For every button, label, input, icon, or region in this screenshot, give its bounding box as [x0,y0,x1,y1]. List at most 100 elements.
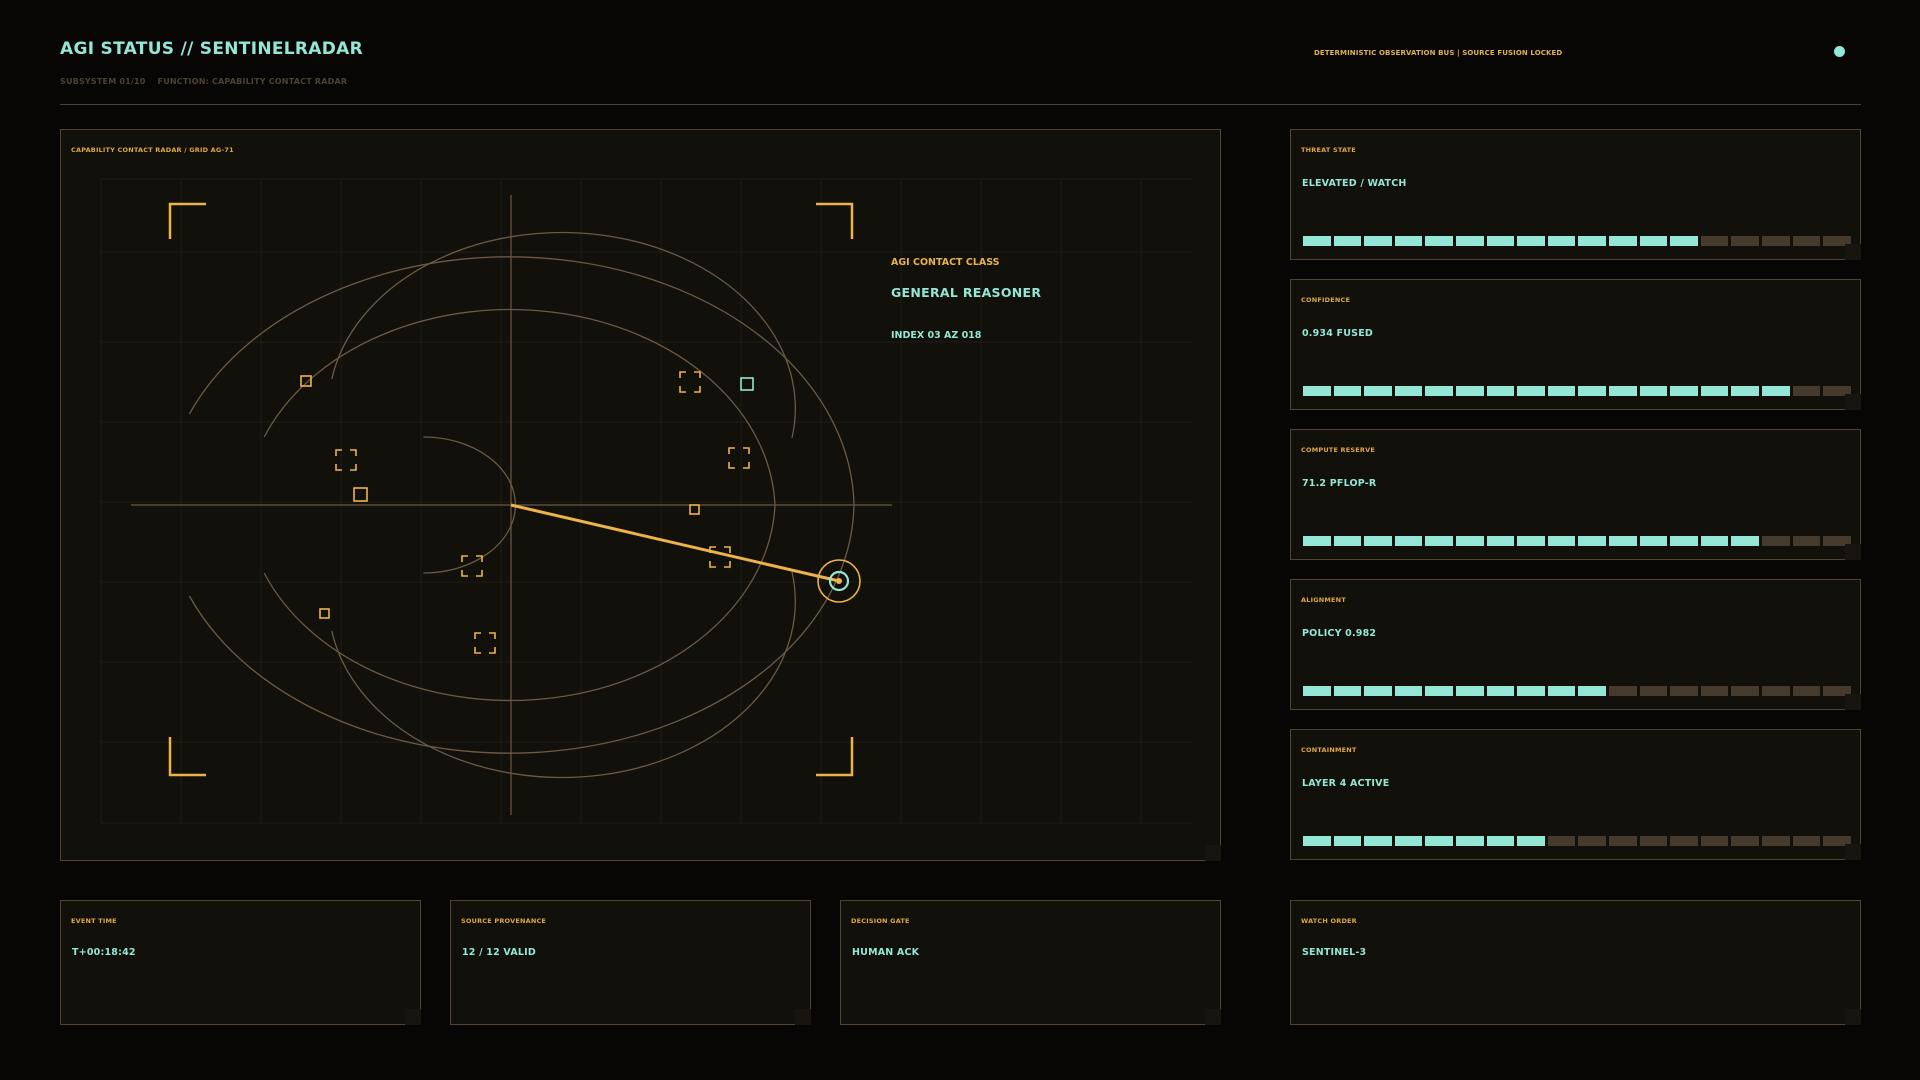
level-segment [1700,536,1729,546]
contact-class-label: AGI CONTACT CLASS [891,257,1000,268]
level-segment [1670,536,1698,546]
level-segment [1547,386,1576,396]
level-segment [1517,386,1545,396]
level-segment [1486,536,1515,546]
level-segment [1731,536,1759,546]
metric-panel-alignment: ALIGNMENT POLICY 0.982 [1290,579,1861,710]
metric-panel-containment: CONTAINMENT LAYER 4 ACTIVE [1290,729,1861,860]
level-segment [1455,686,1484,696]
level-segment [1486,236,1515,246]
level-segment [1364,536,1392,546]
level-segment [1425,386,1453,396]
radar-panel: CAPABILITY CONTACT RADAR / GRID AG-71 AG… [60,129,1221,861]
level-segment [1578,236,1606,246]
level-bar [1303,386,1851,396]
level-segment [1364,236,1392,246]
level-segment [1333,386,1362,396]
subsystem-label: SUBSYSTEM 01/10 [60,77,146,86]
level-segment [1578,536,1606,546]
metric-value: ELEVATED / WATCH [1302,178,1407,189]
level-segment [1303,236,1331,246]
level-segment [1547,236,1576,246]
level-segment [1823,386,1851,396]
footer-value: 12 / 12 VALID [462,947,536,958]
level-segment [1639,386,1668,396]
page-title: AGI STATUS // SENTINELRADAR [60,39,363,59]
level-segment [1425,236,1453,246]
level-segment [1394,236,1423,246]
locked-target-icon [817,559,861,603]
level-segment [1608,536,1637,546]
level-segment [1823,236,1851,246]
level-segment [1700,386,1729,396]
level-segment [1578,686,1606,696]
target-bracket [474,632,496,654]
footer-value: SENTINEL-3 [1302,947,1367,958]
level-segment [1333,686,1362,696]
level-bar [1303,686,1851,696]
level-segment [1792,236,1821,246]
level-segment [1731,386,1759,396]
level-segment [1731,686,1759,696]
level-segment [1823,686,1851,696]
level-segment [1608,836,1637,846]
metric-value: 0.934 FUSED [1302,328,1373,339]
level-segment [1394,836,1423,846]
footer-label: EVENT TIME [71,917,117,925]
level-segment [1700,236,1729,246]
contact-marker [319,608,330,619]
level-segment [1792,836,1821,846]
level-segment [1700,686,1729,696]
level-segment [1700,836,1729,846]
level-segment [1455,236,1484,246]
level-segment [1517,236,1545,246]
level-segment [1303,536,1331,546]
level-segment [1486,686,1515,696]
level-segment [1639,536,1668,546]
level-segment [1578,836,1606,846]
level-segment [1517,686,1545,696]
level-segment [1364,836,1392,846]
radar-sweep-line [510,503,840,583]
function-label: FUNCTION: CAPABILITY CONTACT RADAR [157,77,348,86]
level-segment [1425,536,1453,546]
footer-label: WATCH ORDER [1301,917,1357,925]
level-segment [1364,686,1392,696]
level-segment [1761,386,1790,396]
level-segment [1333,836,1362,846]
footer-label: SOURCE PROVENANCE [461,917,547,925]
contact-marker [353,487,368,502]
status-indicator-icon [1834,46,1845,57]
subsystem-info: SUBSYSTEM 01/10 FUNCTION: CAPABILITY CON… [60,77,356,86]
level-segment [1303,686,1331,696]
level-segment [1303,386,1331,396]
footer-panel-watch-order: WATCH ORDER SENTINEL-3 [1290,900,1861,1025]
level-segment [1517,836,1545,846]
level-segment [1547,836,1576,846]
level-segment [1731,236,1759,246]
header-divider [60,104,1861,105]
level-bar [1303,536,1851,546]
level-segment [1364,386,1392,396]
level-bar [1303,836,1851,846]
target-bracket [709,546,731,568]
contact-class-value: GENERAL REASONER [891,285,1042,300]
level-segment [1761,536,1790,546]
bus-status: DETERMINISTIC OBSERVATION BUS | SOURCE F… [1314,49,1563,57]
level-segment [1761,236,1790,246]
metric-panel-threat-state: THREAT STATE ELEVATED / WATCH [1290,129,1861,260]
level-segment [1455,386,1484,396]
level-segment [1455,836,1484,846]
level-segment [1670,836,1698,846]
level-segment [1639,236,1668,246]
contact-marker [300,375,312,387]
level-segment [1761,686,1790,696]
metric-panel-compute-reserve: COMPUTE RESERVE 71.2 PFLOP-R [1290,429,1861,560]
level-segment [1792,536,1821,546]
metric-value: LAYER 4 ACTIVE [1302,778,1390,789]
metric-label: COMPUTE RESERVE [1301,446,1375,454]
level-segment [1670,386,1698,396]
contact-index: INDEX 03 AZ 018 [891,330,982,341]
radar-display [100,178,1192,824]
level-segment [1792,386,1821,396]
